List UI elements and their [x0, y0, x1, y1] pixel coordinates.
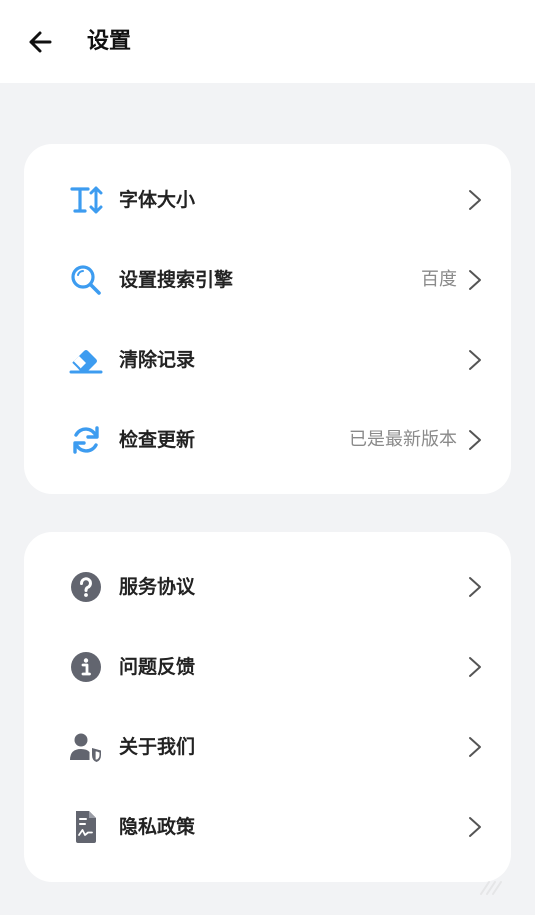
font-size-row[interactable]: 字体大小 — [24, 160, 511, 240]
feedback-label: 问题反馈 — [119, 656, 196, 678]
settings-group-about: 服务协议 问题反馈 关于我们 隐私政策 — [24, 532, 511, 882]
privacy-policy-row[interactable]: 隐私政策 — [24, 787, 511, 867]
user-shield-icon — [68, 729, 104, 765]
info-icon — [68, 649, 104, 685]
chevron-right-icon — [469, 817, 481, 837]
check-update-value: 已是最新版本 — [349, 429, 457, 450]
search-icon — [68, 262, 104, 298]
chevron-right-icon — [469, 190, 481, 210]
watermark-logo — [480, 881, 502, 895]
clear-history-label: 清除记录 — [119, 349, 196, 371]
chevron-right-icon — [469, 737, 481, 757]
service-agreement-row[interactable]: 服务协议 — [24, 547, 511, 627]
chevron-right-icon — [469, 350, 481, 370]
document-icon — [68, 809, 104, 845]
search-engine-value: 百度 — [421, 269, 457, 290]
arrow-left-icon — [29, 31, 52, 53]
question-icon — [68, 569, 104, 605]
check-update-label: 检查更新 — [119, 429, 196, 451]
about-us-label: 关于我们 — [119, 736, 196, 758]
privacy-policy-label: 隐私政策 — [119, 816, 196, 838]
chevron-right-icon — [469, 270, 481, 290]
chevron-right-icon — [469, 577, 481, 597]
search-engine-label: 设置搜索引擎 — [119, 269, 234, 291]
service-agreement-label: 服务协议 — [119, 576, 196, 598]
about-us-row[interactable]: 关于我们 — [24, 707, 511, 787]
chevron-right-icon — [469, 657, 481, 677]
search-engine-row[interactable]: 设置搜索引擎 百度 — [24, 240, 511, 320]
refresh-icon — [68, 422, 104, 458]
settings-group-general: 字体大小 设置搜索引擎 百度 清除记录 检查更新 已是最新版本 — [24, 144, 511, 494]
font-size-icon — [68, 182, 104, 218]
check-update-row[interactable]: 检查更新 已是最新版本 — [24, 400, 511, 480]
back-button[interactable] — [20, 22, 60, 62]
clear-history-row[interactable]: 清除记录 — [24, 320, 511, 400]
feedback-row[interactable]: 问题反馈 — [24, 627, 511, 707]
eraser-icon — [68, 342, 104, 378]
font-size-label: 字体大小 — [119, 189, 196, 211]
page-title: 设置 — [87, 29, 132, 54]
top-bar: 设置 — [0, 0, 535, 83]
chevron-right-icon — [469, 430, 481, 450]
